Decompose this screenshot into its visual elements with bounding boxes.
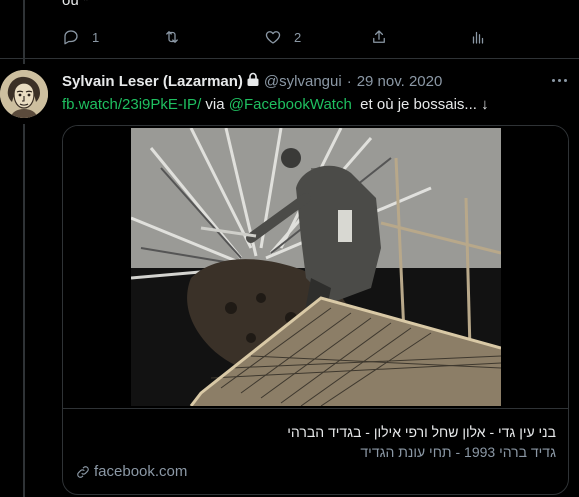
card-description: גדיד ברהי 1993 - תחי עונת הגדיד [360, 444, 556, 460]
reply-icon [64, 30, 78, 45]
tweet-date[interactable]: 29 nov. 2020 [357, 73, 443, 90]
more-options-button[interactable] [549, 72, 569, 88]
card-domain-text: facebook.com [94, 463, 188, 480]
like-button[interactable]: 2 [264, 28, 301, 46]
author-handle[interactable]: @sylvangui [264, 73, 342, 90]
thread-line-upper [23, 0, 25, 64]
tweet-link[interactable]: fb.watch/23i9PkE-IP/ [62, 96, 201, 113]
tweet-header: Sylvain Leser (Lazarman) @sylvangui · 29… [62, 72, 442, 91]
author-name[interactable]: Sylvain Leser (Lazarman) [62, 73, 243, 90]
analytics-button[interactable] [469, 28, 487, 46]
separator-dot: · [346, 73, 352, 90]
thread-line-lower [23, 124, 25, 497]
avatar[interactable] [0, 70, 48, 118]
mention-link[interactable]: @FacebookWatch [229, 96, 352, 113]
tweet-tail-text: et où je bossais... ↓ [360, 96, 489, 113]
retweet-button[interactable] [163, 28, 193, 46]
share-button[interactable] [370, 28, 388, 46]
card-media[interactable] [63, 126, 568, 409]
via-text: via [205, 96, 225, 113]
lock-icon [246, 72, 260, 91]
avatar-portrait-image [0, 70, 48, 118]
card-domain[interactable]: facebook.com [75, 463, 187, 480]
tweet-divider [0, 58, 579, 59]
tweet-text: fb.watch/23i9PkE-IP/ via @FacebookWatch … [62, 96, 489, 113]
previous-tweet-actions: 1 2 [62, 28, 502, 50]
analytics-icon [472, 31, 484, 44]
previous-tweet-text: où * [62, 0, 89, 9]
link-icon [77, 465, 89, 478]
like-count: 2 [294, 29, 302, 45]
more-icon [551, 78, 567, 82]
video-thumbnail-image [131, 128, 501, 406]
link-card[interactable]: בני עין גדי - אלון שחל ורפי אילון - בגדי… [62, 125, 569, 495]
like-icon [265, 31, 281, 44]
retweet-icon [166, 31, 178, 43]
share-icon [373, 30, 385, 43]
reply-count: 1 [92, 29, 100, 45]
reply-button[interactable]: 1 [62, 28, 99, 46]
card-title[interactable]: בני עין גדי - אלון שחל ורפי אילון - בגדי… [287, 424, 556, 440]
